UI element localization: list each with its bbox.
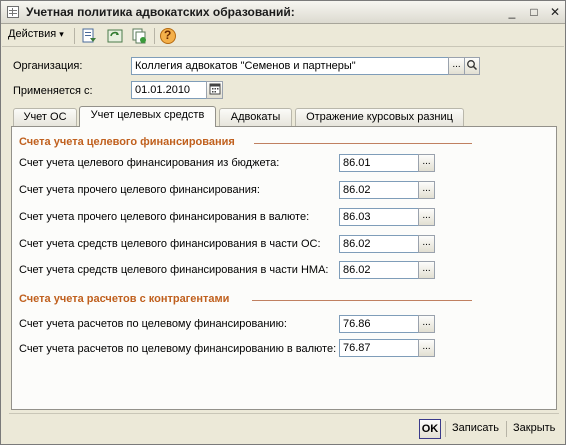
counterparty-financing-field[interactable]: 76.86 bbox=[339, 315, 419, 333]
financing-other-field[interactable]: 86.02 bbox=[339, 181, 419, 199]
dialog-window: Учетная политика адвокатских образований… bbox=[0, 0, 566, 445]
toolbar: Действия ▾ ? bbox=[2, 25, 564, 47]
counterparty-currency-label: Счет учета расчетов по целевому финансир… bbox=[19, 343, 337, 355]
tab-advokaty[interactable]: Адвокаты bbox=[219, 108, 292, 126]
save-button[interactable]: Записать bbox=[452, 419, 499, 439]
financing-budget-label: Счет учета целевого финансирования из бю… bbox=[19, 157, 280, 169]
tab-kursovye-raznicy[interactable]: Отражение курсовых разниц bbox=[295, 108, 464, 126]
ok-button[interactable]: OK bbox=[419, 419, 441, 439]
financing-currency-label: Счет учета прочего целевого финансирован… bbox=[19, 211, 310, 223]
financing-budget-field[interactable]: 86.01 bbox=[339, 154, 419, 172]
organization-search-button[interactable] bbox=[464, 57, 480, 75]
tab-uchet-os[interactable]: Учет ОС bbox=[13, 108, 77, 126]
date-label: Применяется с: bbox=[13, 85, 93, 97]
footer-divider bbox=[9, 413, 559, 414]
financing-os-field[interactable]: 86.02 bbox=[339, 235, 419, 253]
close-button[interactable]: Закрыть bbox=[513, 419, 555, 439]
help-icon[interactable]: ? bbox=[159, 27, 177, 45]
actions-menu-button[interactable]: Действия ▾ bbox=[8, 28, 64, 40]
financing-other-select-button[interactable]: ... bbox=[418, 181, 435, 199]
financing-budget-select-button[interactable]: ... bbox=[418, 154, 435, 172]
financing-os-label: Счет учета средств целевого финансирован… bbox=[19, 238, 321, 250]
financing-other-label: Счет учета прочего целевого финансирован… bbox=[19, 184, 260, 196]
chevron-down-icon: ▾ bbox=[59, 29, 64, 39]
footer-button-divider bbox=[506, 421, 507, 437]
table-icon bbox=[7, 6, 19, 18]
counterparty-currency-field[interactable]: 76.87 bbox=[339, 339, 419, 357]
section-title-counterparties: Счета учета расчетов с контрагентами bbox=[19, 293, 230, 305]
footer-button-divider bbox=[445, 421, 446, 437]
maximize-button[interactable]: □ bbox=[525, 4, 543, 20]
financing-nma-label: Счет учета средств целевого финансирован… bbox=[19, 264, 329, 276]
section-divider bbox=[252, 300, 472, 301]
organization-label: Организация: bbox=[13, 60, 83, 72]
section-title-financing: Счета учета целевого финансирования bbox=[19, 136, 235, 148]
financing-currency-field[interactable]: 86.03 bbox=[339, 208, 419, 226]
tab-uchet-celevyh-sredstv[interactable]: Учет целевых средств bbox=[79, 106, 216, 127]
toolbar-divider bbox=[74, 28, 75, 44]
actions-label: Действия bbox=[8, 28, 57, 40]
organization-field[interactable]: Коллегия адвокатов "Семенов и партнеры" bbox=[131, 57, 449, 75]
financing-os-select-button[interactable]: ... bbox=[418, 235, 435, 253]
window-title: Учетная политика адвокатских образований… bbox=[26, 5, 295, 19]
counterparty-financing-select-button[interactable]: ... bbox=[418, 315, 435, 333]
section-divider bbox=[254, 143, 472, 144]
counterparty-currency-select-button[interactable]: ... bbox=[418, 339, 435, 357]
title-bar: Учетная политика адвокатских образований… bbox=[1, 1, 565, 24]
close-window-button[interactable]: ✕ bbox=[546, 4, 564, 20]
copy-document-icon[interactable] bbox=[130, 27, 148, 45]
financing-currency-select-button[interactable]: ... bbox=[418, 208, 435, 226]
toolbar-divider bbox=[154, 28, 155, 44]
post-document-icon[interactable] bbox=[80, 27, 98, 45]
calendar-button[interactable] bbox=[206, 81, 223, 99]
financing-nma-field[interactable]: 86.02 bbox=[339, 261, 419, 279]
help-glyph: ? bbox=[164, 28, 172, 42]
minimize-button[interactable]: _ bbox=[503, 4, 521, 20]
financing-nma-select-button[interactable]: ... bbox=[418, 261, 435, 279]
organization-select-button[interactable]: ... bbox=[448, 57, 465, 75]
counterparty-financing-label: Счет учета расчетов по целевому финансир… bbox=[19, 318, 287, 330]
search-icon bbox=[467, 60, 478, 71]
date-field[interactable]: 01.01.2010 bbox=[131, 81, 207, 99]
calendar-icon bbox=[209, 83, 220, 95]
refresh-icon[interactable] bbox=[106, 27, 124, 45]
tab-panel: Счета учета целевого финансирования Счет… bbox=[11, 126, 557, 410]
